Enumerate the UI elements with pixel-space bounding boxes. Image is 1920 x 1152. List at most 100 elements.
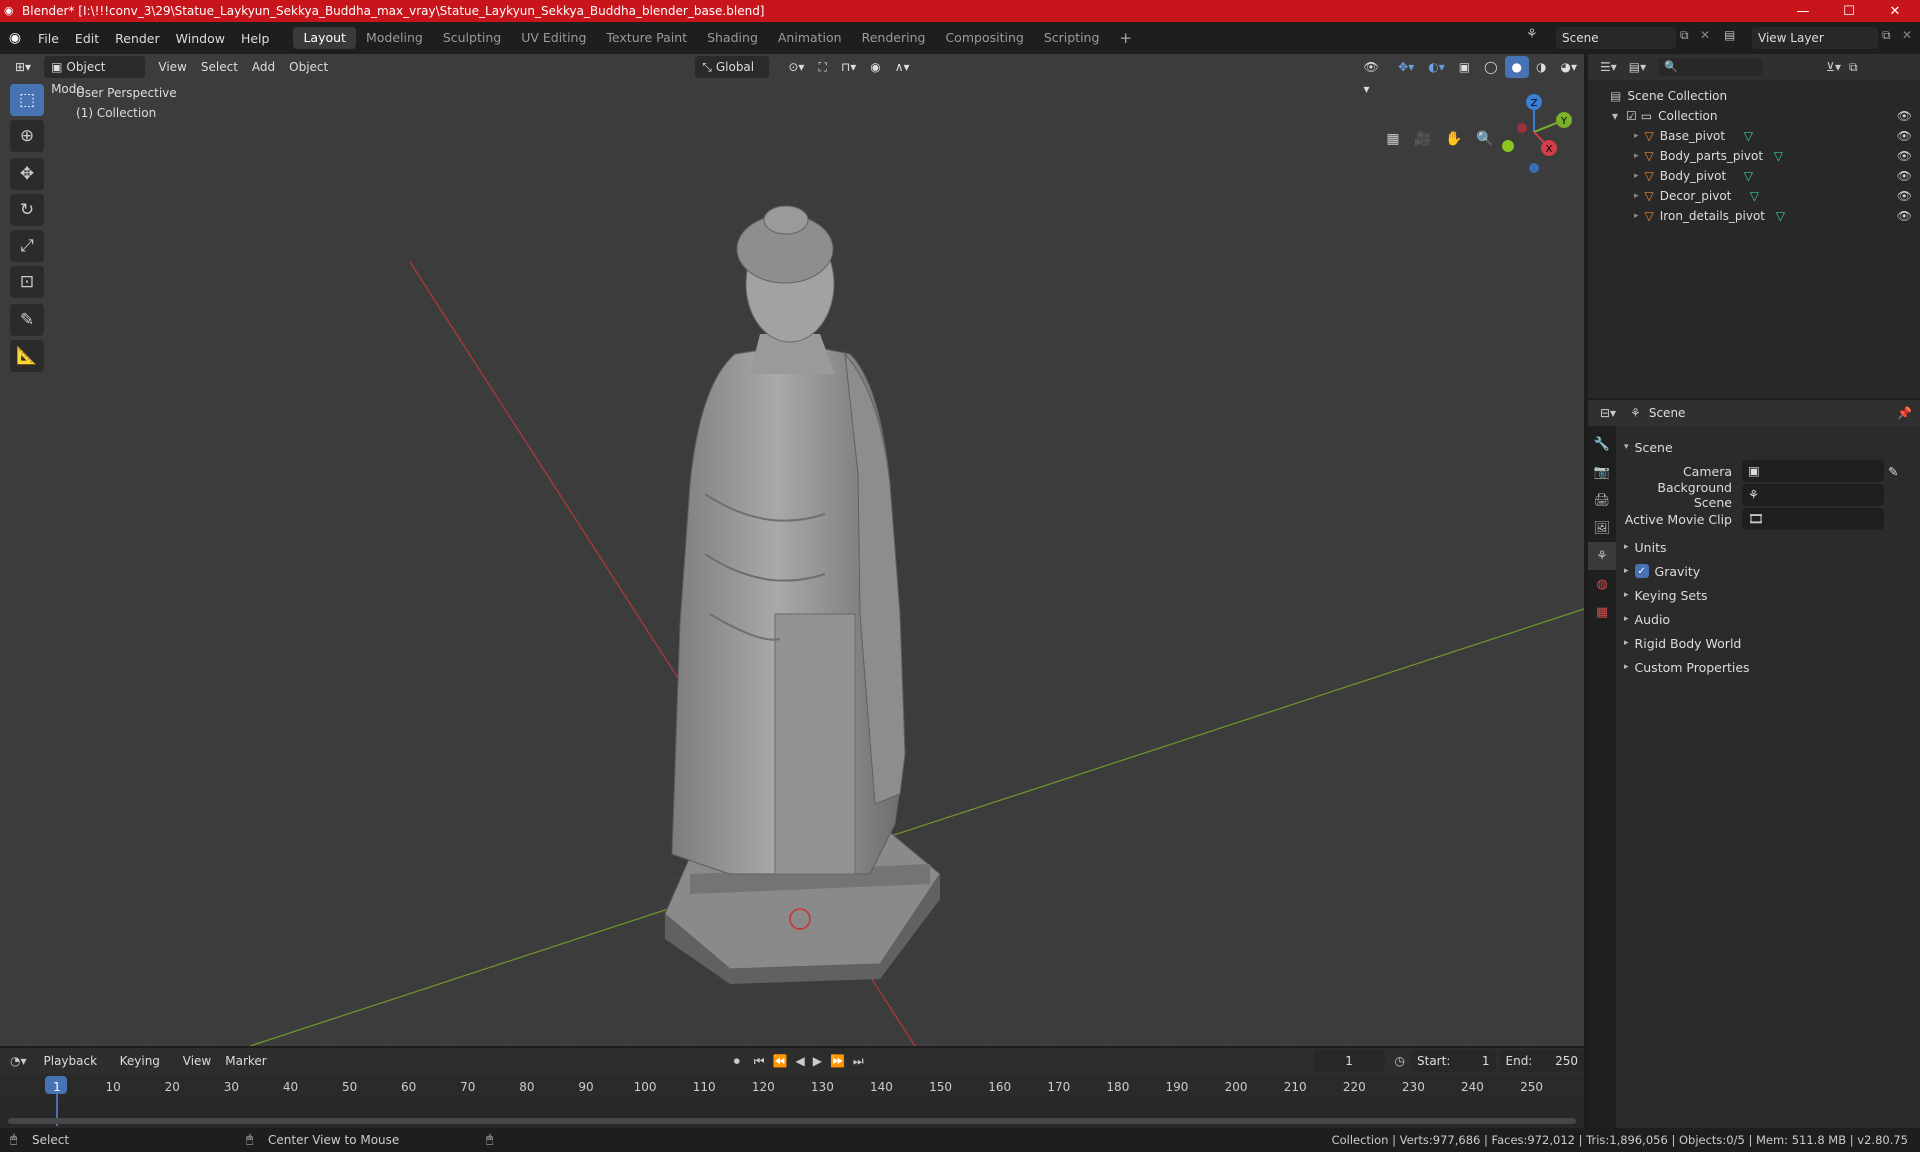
wireframe-shading-icon[interactable]: ◯: [1477, 56, 1504, 78]
scene-tab-icon[interactable]: ⚘: [1588, 542, 1616, 570]
gravity-checkbox[interactable]: ✓: [1634, 564, 1649, 578]
viewport-menu-object[interactable]: Object: [282, 56, 335, 78]
falloff-icon[interactable]: ∧▾: [888, 56, 917, 78]
menu-render[interactable]: Render: [107, 31, 168, 46]
outliner-row-collection[interactable]: ▾ ☑ ▭ Collection 👁: [1588, 106, 1920, 126]
menu-help[interactable]: Help: [233, 31, 278, 46]
end-frame-field[interactable]: End: 250: [1499, 1050, 1584, 1072]
neg-z-axis-handle[interactable]: [1529, 163, 1539, 173]
mesh-data-icon[interactable]: ▽: [1774, 149, 1783, 163]
timeline-menu-playback[interactable]: Playback ▾: [37, 1050, 113, 1090]
mesh-data-icon[interactable]: ▽: [1744, 129, 1753, 143]
mode-dropdown[interactable]: ▣ Object Mode: [44, 56, 146, 96]
play-reverse-icon[interactable]: ◀: [796, 1054, 805, 1068]
overlays-toggle-icon[interactable]: ◐▾: [1421, 56, 1452, 78]
visibility-eye-icon[interactable]: 👁: [1897, 189, 1912, 203]
tab-animation[interactable]: Animation: [768, 27, 852, 49]
cursor-icon[interactable]: ⊕: [10, 120, 44, 152]
outliner-search-input[interactable]: 🔍: [1658, 58, 1763, 76]
delete-view-layer-icon[interactable]: ✕: [1902, 28, 1912, 42]
timeline-editor-type-icon[interactable]: ◔▾: [10, 1054, 27, 1068]
toggle-grid-view-icon[interactable]: ▦: [1380, 126, 1406, 152]
outliner-editor-type-icon[interactable]: ☰▾: [1600, 60, 1617, 74]
close-button[interactable]: ✕: [1872, 0, 1918, 22]
keying-sets-panel-header[interactable]: ▸ Keying Sets: [1624, 584, 1914, 606]
visibility-eye-icon[interactable]: 👁: [1897, 169, 1912, 183]
background-scene-field[interactable]: ⚘: [1742, 484, 1884, 506]
expand-arrow-icon[interactable]: ▸: [1634, 171, 1639, 181]
texture-tab-icon[interactable]: ▦: [1588, 598, 1616, 626]
timeline-menu-marker[interactable]: Marker: [218, 1050, 273, 1072]
delete-scene-icon[interactable]: ✕: [1700, 28, 1710, 42]
xray-icon[interactable]: ▣: [1452, 56, 1477, 78]
rigid-body-world-panel-header[interactable]: ▸ Rigid Body World: [1624, 632, 1914, 654]
neg-y-axis-handle[interactable]: [1502, 140, 1514, 152]
visibility-eye-icon[interactable]: 👁: [1897, 109, 1912, 123]
timeline-menu-view[interactable]: View: [176, 1050, 218, 1072]
menu-edit[interactable]: Edit: [67, 31, 107, 46]
render-tab-icon[interactable]: 📷: [1588, 458, 1616, 486]
tool-tab-icon[interactable]: 🔧: [1588, 430, 1616, 458]
output-tab-icon[interactable]: 🖨: [1588, 486, 1616, 514]
play-icon[interactable]: ▶: [813, 1054, 822, 1068]
units-panel-header[interactable]: ▸ Units: [1624, 536, 1914, 558]
menu-window[interactable]: Window: [168, 31, 233, 46]
collapse-arrow-icon[interactable]: ▾: [1612, 109, 1618, 123]
viewport-menu-view[interactable]: View: [151, 56, 193, 78]
outliner-row-object[interactable]: ▸ ▽ Iron_details_pivot ▽ 👁: [1588, 206, 1920, 226]
tab-shading[interactable]: Shading: [697, 27, 768, 49]
view-layer-field[interactable]: View Layer: [1752, 27, 1878, 49]
measure-icon[interactable]: 📐: [10, 340, 44, 372]
visibility-icon[interactable]: 👁▾: [1357, 56, 1392, 96]
camera-view-icon[interactable]: 🎥: [1410, 126, 1436, 152]
active-movie-clip-field[interactable]: 🎞: [1742, 508, 1884, 530]
expand-arrow-icon[interactable]: ▸: [1634, 211, 1639, 221]
material-shading-icon[interactable]: ◑: [1529, 56, 1553, 78]
timeline-scrollbar[interactable]: [8, 1118, 1576, 1124]
snap-settings-icon[interactable]: ⊓▾: [834, 56, 863, 78]
expand-arrow-icon[interactable]: ▸: [1634, 131, 1639, 141]
tab-texture-paint[interactable]: Texture Paint: [596, 27, 697, 49]
jump-end-icon[interactable]: ⏭: [853, 1054, 864, 1069]
neg-x-axis-handle[interactable]: [1517, 123, 1527, 133]
rendered-shading-icon[interactable]: ◕▾: [1554, 56, 1585, 78]
outliner-row-object[interactable]: ▸ ▽ Body_pivot ▽ 👁: [1588, 166, 1920, 186]
snap-icon[interactable]: ⛶: [811, 56, 833, 78]
solid-shading-icon[interactable]: ●: [1504, 56, 1530, 78]
tab-rendering[interactable]: Rendering: [852, 27, 936, 49]
rotate-icon[interactable]: ↻: [10, 194, 44, 226]
maximize-button[interactable]: ☐: [1826, 0, 1872, 22]
outliner-row-object[interactable]: ▸ ▽ Base_pivot ▽ 👁: [1588, 126, 1920, 146]
viewport-menu-add[interactable]: Add: [245, 56, 282, 78]
expand-arrow-icon[interactable]: ▸: [1634, 151, 1639, 161]
outliner-row-object[interactable]: ▸ ▽ Decor_pivot ▽ 👁: [1588, 186, 1920, 206]
mesh-data-icon[interactable]: ▽: [1776, 209, 1785, 223]
tab-modeling[interactable]: Modeling: [356, 27, 433, 49]
add-workspace-button[interactable]: +: [1109, 27, 1142, 49]
scene-selector-icon[interactable]: ⚘: [1526, 27, 1538, 42]
navigation-gizmo[interactable]: Z Y X: [1494, 88, 1574, 178]
gravity-panel-header[interactable]: ▸ ✓ Gravity: [1624, 560, 1914, 582]
3d-viewport[interactable]: ⊞▾ ▣ Object Mode View Select Add Object ⤡…: [0, 54, 1584, 1046]
pivot-point-icon[interactable]: ⊙▾: [781, 56, 811, 78]
eyedropper-icon[interactable]: ✎: [1888, 464, 1898, 479]
visibility-eye-icon[interactable]: 👁: [1897, 149, 1912, 163]
mesh-data-icon[interactable]: ▽: [1750, 189, 1759, 203]
tab-compositing[interactable]: Compositing: [935, 27, 1033, 49]
properties-editor-type-icon[interactable]: ⊟▾: [1600, 406, 1616, 420]
expand-arrow-icon[interactable]: ▸: [1634, 191, 1639, 201]
visibility-eye-icon[interactable]: 👁: [1897, 209, 1912, 223]
select-box-icon[interactable]: ⬚: [10, 84, 44, 116]
jump-start-icon[interactable]: ⏮: [754, 1054, 765, 1069]
preview-range-icon[interactable]: ◷: [1395, 1054, 1405, 1068]
pan-view-icon[interactable]: ✋: [1441, 126, 1467, 152]
orientation-dropdown[interactable]: ⤡ Global: [695, 56, 770, 78]
display-mode-icon[interactable]: ▤▾: [1629, 60, 1646, 74]
new-view-layer-icon[interactable]: ⧉: [1882, 28, 1891, 43]
tab-sculpting[interactable]: Sculpting: [433, 27, 511, 49]
blender-menu-icon[interactable]: ◉: [0, 30, 30, 46]
view-layer-icon[interactable]: ▤: [1724, 28, 1735, 42]
tab-layout[interactable]: Layout: [293, 27, 356, 49]
move-icon[interactable]: ✥: [10, 158, 44, 190]
menu-file[interactable]: File: [30, 31, 67, 46]
